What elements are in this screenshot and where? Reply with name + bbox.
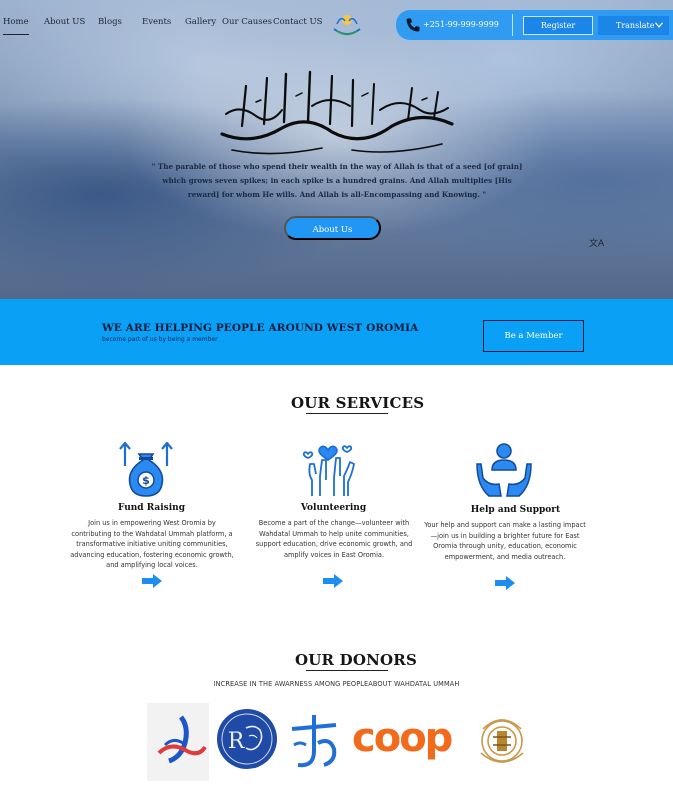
service-text-fund-raising: Join us in empowering West Oromia by con…: [70, 519, 234, 570]
hands-logo-icon[interactable]: [331, 9, 363, 39]
phone-icon: [406, 18, 420, 32]
coop-wordmark: coop: [352, 715, 453, 761]
money-bag-icon: $: [119, 441, 173, 497]
nav-about-us[interactable]: About US: [44, 17, 85, 27]
be-a-member-button[interactable]: Be a Member: [483, 320, 584, 352]
membership-band: WE ARE HELPING PEOPLE AROUND WEST OROMIA…: [0, 299, 673, 365]
bismillah-calligraphy: [220, 70, 454, 155]
services-underline: [306, 413, 388, 414]
contact-bar: +251-99-999-9999 Register Translate: [396, 10, 673, 40]
service-title-fund-raising: Fund Raising: [117, 503, 185, 513]
about-us-button[interactable]: About Us: [284, 216, 381, 240]
svg-text:$: $: [142, 474, 150, 487]
nav-our-causes[interactable]: Our Causes: [222, 17, 272, 27]
translate-dropdown[interactable]: Translate: [598, 16, 669, 35]
donors-underline: [306, 670, 388, 671]
nav-events[interactable]: Events: [142, 17, 171, 27]
nav-contact-us[interactable]: Contact US: [273, 17, 322, 27]
nav-gallery[interactable]: Gallery: [185, 17, 216, 27]
nav-blogs[interactable]: Blogs: [98, 17, 122, 27]
nav-home[interactable]: Home: [3, 17, 29, 35]
services-title: OUR SERVICES: [291, 394, 425, 412]
donor-logo-coop[interactable]: coop: [352, 715, 454, 766]
register-button[interactable]: Register: [523, 16, 593, 35]
donor-logo-gold-emblem[interactable]: [473, 709, 531, 773]
translate-icon[interactable]: 文A: [589, 236, 604, 249]
chevron-down-icon: [655, 22, 663, 28]
phone-number[interactable]: +251-99-999-9999: [423, 20, 499, 29]
donor-logo-blue-script[interactable]: [288, 711, 340, 773]
arrow-right-icon[interactable]: [141, 573, 163, 589]
svg-text:R: R: [228, 729, 246, 754]
translate-label: Translate: [616, 21, 655, 30]
service-text-help-support: Your help and support can make a lasting…: [424, 521, 586, 561]
quran-verse: " The parable of those who spend their w…: [151, 162, 523, 199]
service-title-help-support: Help and Support: [470, 505, 561, 515]
arrow-right-icon[interactable]: [322, 573, 344, 589]
raised-hands-heart-icon: [302, 445, 355, 496]
divider: [512, 14, 513, 36]
donor-logo-swoosh[interactable]: [147, 703, 209, 781]
band-subtitle: become part of us by being a member: [102, 336, 218, 343]
band-title: WE ARE HELPING PEOPLE AROUND WEST OROMIA: [102, 322, 419, 334]
donors-title: OUR DONORS: [295, 651, 417, 669]
service-text-volunteering: Become a part of the change—volunteer wi…: [255, 519, 413, 559]
donor-logo-circle-seal[interactable]: R: [216, 708, 278, 770]
arrow-right-icon[interactable]: [494, 575, 516, 591]
service-title-volunteering: Volunteering: [300, 503, 367, 513]
hands-person-icon: [476, 443, 532, 497]
donors-subtitle: INCREASE IN THE AWARNESS AMONG PEOPLEABO…: [213, 680, 460, 688]
